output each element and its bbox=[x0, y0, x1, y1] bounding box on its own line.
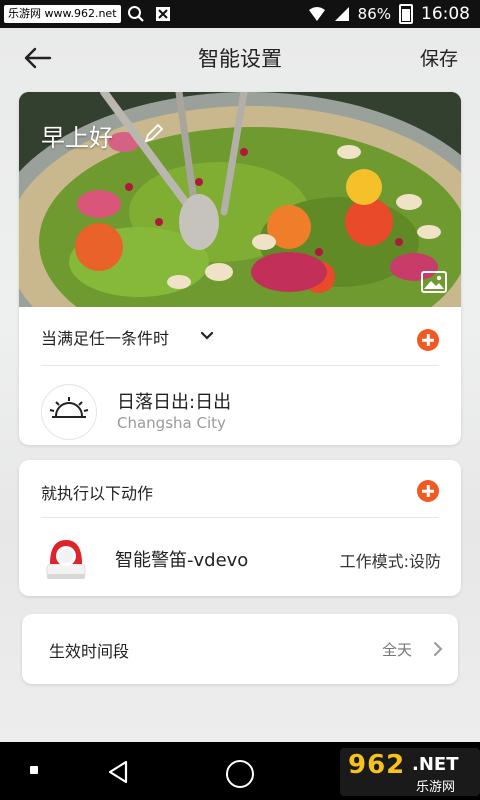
watermark-badge: 乐游网 www.962.net bbox=[4, 5, 121, 23]
signal-icon bbox=[334, 7, 349, 21]
app-content: 智能设置 保存 早上好 当满足任一条件时 日落日出:日出 Changsha Ci… bbox=[0, 28, 480, 742]
wifi-icon bbox=[308, 7, 325, 21]
battery-icon bbox=[399, 4, 413, 24]
condition-icon-circle bbox=[41, 384, 97, 440]
nav-home-icon[interactable] bbox=[226, 760, 254, 788]
top-bar: 智能设置 保存 bbox=[0, 28, 480, 88]
back-arrow-icon[interactable] bbox=[22, 44, 54, 72]
add-condition-button[interactable] bbox=[417, 329, 439, 351]
effective-period-label: 生效时间段 bbox=[49, 642, 130, 661]
battery-percent: 86% bbox=[357, 5, 391, 23]
siren-device-icon bbox=[46, 540, 86, 579]
action-mode[interactable]: 工作模式:设防 bbox=[340, 548, 441, 572]
scene-name: 早上好 bbox=[41, 124, 113, 152]
nav-back-icon[interactable] bbox=[104, 758, 132, 786]
sunrise-icon bbox=[49, 397, 89, 418]
chevron-right-icon bbox=[434, 642, 443, 656]
divider bbox=[41, 517, 439, 518]
watermark-logo: 962 .NET 乐游网 bbox=[340, 748, 480, 796]
conditions-header: 当满足任一条件时 bbox=[19, 307, 461, 367]
system-nav-bar: 962 .NET 乐游网 bbox=[0, 742, 480, 800]
image-icon[interactable] bbox=[421, 271, 447, 293]
effective-period-value: 全天 bbox=[381, 641, 412, 659]
status-bar: 乐游网 www.962.net 86% 16:08 bbox=[0, 0, 480, 28]
nav-indicator-dot bbox=[30, 766, 38, 774]
effective-period-row[interactable]: 生效时间段 全天 bbox=[22, 614, 458, 684]
actions-card: 就执行以下动作 智能警笛-vdevo 工作模式:设防 bbox=[19, 460, 461, 596]
watermark-cn: 乐游网 bbox=[416, 780, 456, 795]
clock: 16:08 bbox=[421, 4, 470, 24]
page-title: 智能设置 bbox=[198, 47, 282, 71]
add-action-button[interactable] bbox=[417, 480, 439, 502]
action-name[interactable]: 智能警笛-vdevo bbox=[115, 546, 248, 572]
save-button[interactable]: 保存 bbox=[420, 44, 458, 71]
chevron-down-icon[interactable] bbox=[199, 328, 215, 344]
watermark-net: .NET bbox=[412, 754, 459, 775]
image-notification-icon bbox=[155, 7, 170, 21]
divider bbox=[41, 365, 439, 366]
pencil-icon[interactable] bbox=[143, 122, 165, 144]
scene-cover-image[interactable]: 早上好 bbox=[19, 92, 461, 307]
watermark-number: 962 bbox=[348, 750, 406, 780]
condition-name[interactable]: 日落日出:日出 bbox=[117, 388, 231, 414]
search-icon bbox=[127, 6, 144, 22]
actions-title: 就执行以下动作 bbox=[41, 484, 154, 503]
scene-conditions-card: 早上好 当满足任一条件时 日落日出:日出 Changsha City bbox=[19, 92, 461, 445]
condition-location: Changsha City bbox=[117, 414, 226, 432]
conditions-title[interactable]: 当满足任一条件时 bbox=[41, 325, 169, 349]
